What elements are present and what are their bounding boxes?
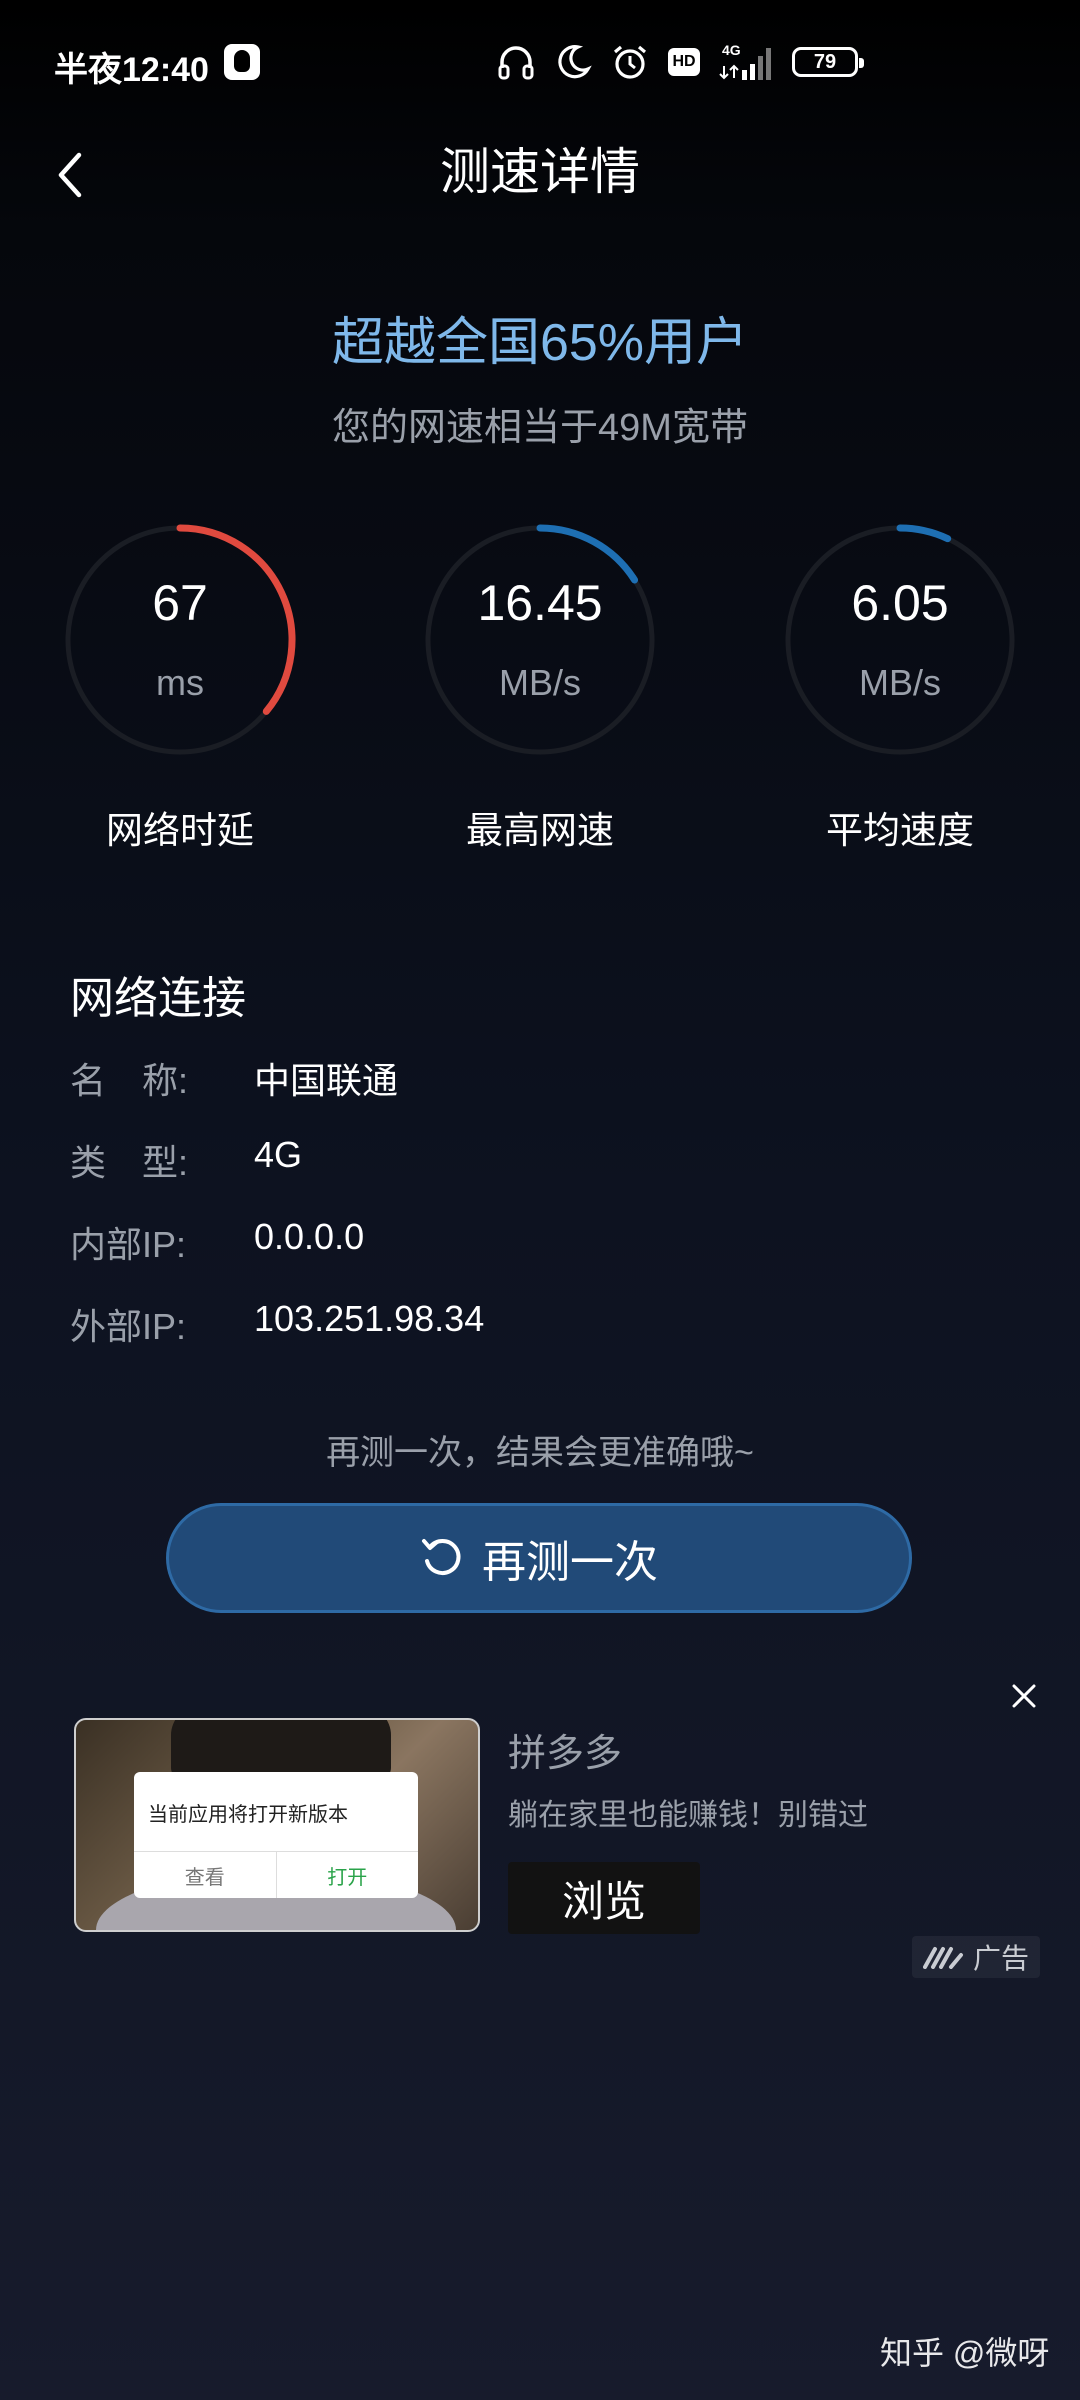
retest-button[interactable]: 再测一次	[166, 1503, 912, 1613]
status-time: 半夜12:40	[54, 51, 209, 89]
ad-browse-button[interactable]: 浏览	[508, 1862, 700, 1934]
alarm-icon	[613, 45, 647, 79]
status-icons: HD 4G 79	[496, 40, 864, 84]
ad-dialog-text: 当前应用将打开新版本	[148, 1804, 348, 1826]
latency-gauge: 67 ms	[60, 520, 300, 760]
info-key: 内部IP:	[70, 1224, 187, 1265]
watermark: 知乎 @微呀	[880, 2335, 1050, 2371]
ad-close-button[interactable]	[1004, 1676, 1044, 1716]
average-speed-gauge: 6.05 MB/s	[780, 520, 1020, 760]
battery-level: 79	[813, 50, 837, 73]
peak-speed-label: 最高网速	[466, 810, 614, 851]
moon-icon	[558, 45, 592, 79]
internal-ip-value: 0.0.0.0	[254, 1216, 365, 1257]
ad-brand[interactable]: 拼多多	[508, 1722, 622, 1777]
headphones-icon	[498, 46, 534, 80]
qq-notification-icon	[224, 44, 260, 80]
bandwidth-equivalent: 您的网速相当于49M宽带	[332, 407, 748, 449]
ad-tag: 广告	[912, 1936, 1040, 1978]
ad-dialog-view: 查看	[134, 1852, 277, 1898]
ad-image-dialog: 当前应用将打开新版本 查看 打开	[134, 1772, 418, 1898]
peak-speed-unit: MB/s	[498, 662, 581, 703]
latency-value: 67	[152, 575, 208, 631]
network-type-value: 4G	[254, 1134, 303, 1175]
status-bar: 半夜12:40 HD 4G 79	[0, 0, 1080, 130]
average-speed-unit: MB/s	[858, 662, 941, 703]
external-ip-value: 103.251.98.34	[254, 1298, 485, 1339]
peak-speed-value: 16.45	[477, 575, 603, 631]
peak-speed-gauge: 16.45 MB/s	[420, 520, 660, 760]
ad-tag-label: 广告	[972, 1943, 1029, 1974]
peak-speed-gauge-arc	[536, 524, 639, 584]
retest-hint: 再测一次，结果会更准确哦~	[326, 1434, 754, 1472]
info-key: 外部IP:	[70, 1306, 187, 1347]
carrier-name: 中国联通	[254, 1060, 399, 1101]
ad-dialog-open: 打开	[327, 1866, 368, 1889]
latency-unit: ms	[156, 662, 204, 703]
hd-badge: HD	[668, 48, 700, 76]
average-speed-value: 6.05	[851, 575, 949, 631]
battery-indicator: 79	[792, 47, 864, 77]
close-icon	[1012, 1684, 1036, 1708]
ad-image[interactable]: 当前应用将打开新版本 查看 打开	[74, 1718, 480, 1932]
network-section-title: 网络连接	[70, 974, 246, 1023]
info-key: 名 称:	[70, 1060, 189, 1101]
refresh-icon	[422, 1539, 461, 1575]
ad-network-logo-icon	[922, 1947, 963, 1969]
info-key: 类 型:	[70, 1142, 189, 1183]
page-title: 测速详情	[440, 144, 640, 200]
average-speed-gauge-arc	[896, 524, 952, 543]
speed-ranking-headline: 超越全国65%用户	[331, 314, 749, 372]
signal-icon: 4G	[718, 42, 774, 82]
latency-label: 网络时延	[106, 810, 254, 851]
ad-description[interactable]: 躺在家里也能赚钱！别错过	[508, 1790, 868, 1834]
retest-button-label: 再测一次	[482, 1538, 658, 1587]
average-speed-label: 平均速度	[826, 810, 974, 851]
